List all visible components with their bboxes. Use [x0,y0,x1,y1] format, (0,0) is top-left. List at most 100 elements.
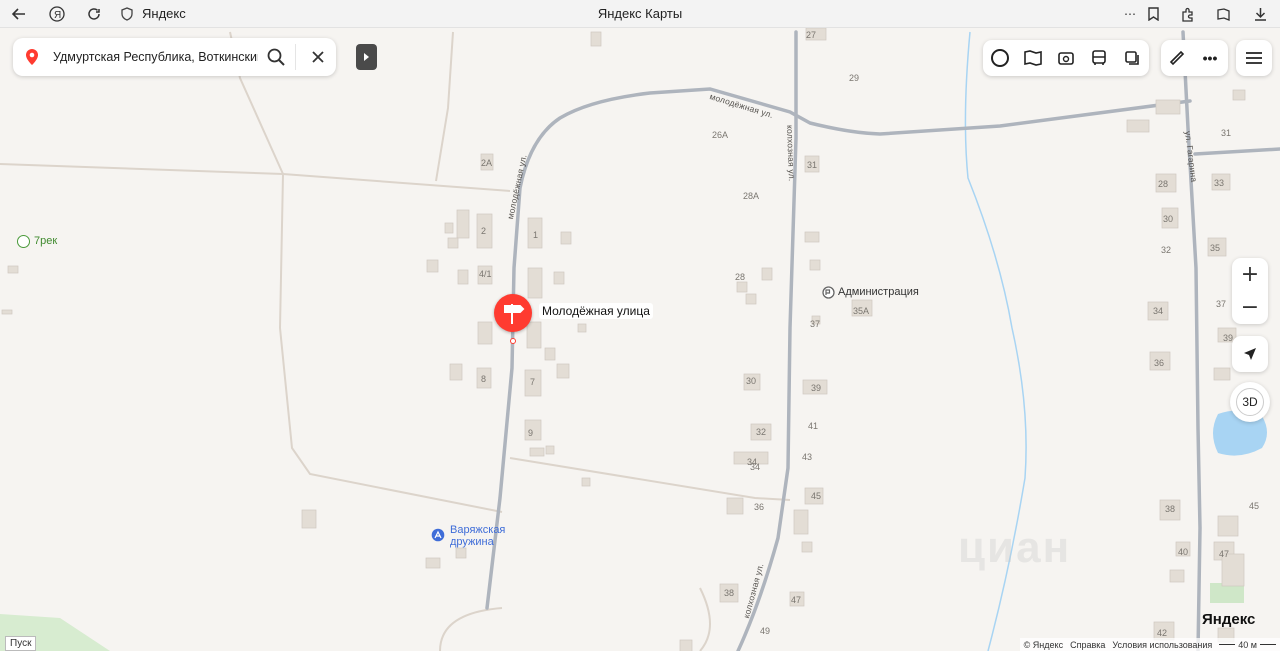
layers-icon[interactable] [1120,46,1144,70]
search-icon[interactable] [265,46,287,68]
house-number: 1 [533,230,539,240]
location-pin[interactable] [494,294,532,332]
search-input[interactable]: Удмуртская Республика, Воткинский [53,50,258,64]
search-divider [295,44,296,70]
close-icon[interactable] [307,46,329,68]
scale-line [1219,644,1236,645]
house-number: 34 [1153,306,1164,316]
house-number: 37 [1216,299,1227,309]
house-number: 32 [1161,245,1172,255]
house-number: 34 [747,457,758,467]
park-icon[interactable] [17,235,30,248]
house-number: 32 [756,427,767,437]
house-number: 28 [1158,179,1169,189]
house-number: 9 [528,428,534,438]
varyazh-icon[interactable] [431,528,445,542]
scale-line [1260,644,1276,645]
house-number: 47 [791,595,802,605]
yandex-logo[interactable]: Яндекс [1202,611,1255,628]
yandex-logo-text: Яндекс [1202,611,1256,628]
house-number: 7 [530,377,536,387]
map-base-layer [0,28,1280,651]
location-marker-icon [25,48,39,71]
extensions-icon[interactable] [1177,4,1197,24]
house-number: 27 [806,30,817,40]
search-panel: Удмуртская Республика, Воткинский [13,38,336,76]
house-number: 2А [481,158,493,168]
house-number: 30 [1163,214,1174,224]
back-arrow-icon[interactable] [9,4,29,24]
house-number: 38 [724,588,735,598]
menu-button[interactable] [1236,40,1272,76]
house-number: 36 [1154,358,1165,368]
house-number: 42 [1157,628,1168,638]
ruler-icon[interactable] [1165,46,1189,70]
layers-circle-icon[interactable] [988,46,1012,70]
svg-text:Я: Я [54,10,61,21]
scale-text: 40 м [1238,639,1257,650]
bookmark-icon[interactable] [1143,4,1163,24]
house-number: 49 [760,626,771,636]
view-3d-button[interactable]: 3D [1230,382,1270,422]
browser-toolbar: Я Яндекс Яндекс Карты ⋯ [0,0,1280,28]
house-number: 26А [712,130,729,140]
varyazh-label[interactable]: Варяжская дружина [450,524,520,548]
administration-label[interactable]: Администрация [838,286,919,298]
house-number: 41 [808,421,819,431]
house-number: 40 [1178,547,1189,557]
house-number: 35А [853,306,870,316]
play-arrow-icon [364,53,369,61]
house-number: 31 [1221,128,1232,138]
location-arrow-icon [1244,348,1256,360]
street-label-kolkhoznaya-north: колхозная ул. [785,124,797,182]
hamburger-icon [1242,46,1266,70]
reload-icon[interactable] [84,4,104,24]
yandex-logo-icon[interactable]: Я [47,4,67,24]
panorama-icon[interactable] [1054,46,1078,70]
more-tools-icon[interactable]: ••• [1198,46,1222,70]
house-number: 35 [1210,243,1221,253]
my-location-button[interactable] [1232,336,1268,372]
site-name[interactable]: Яндекс [142,6,186,21]
house-number: 39 [811,383,822,393]
collections-icon[interactable] [1213,4,1233,24]
house-number: 31 [807,160,818,170]
house-number: 28А [743,191,760,201]
map-book-icon[interactable] [1021,46,1045,70]
more-icon[interactable]: ⋯ [1120,4,1140,24]
download-icon[interactable] [1250,4,1270,24]
copyright-text[interactable]: © Яндекс [1024,640,1063,650]
house-number: 45 [811,491,822,501]
shield-icon[interactable] [117,4,137,24]
bus-icon[interactable] [1087,46,1111,70]
page-title: Яндекс Карты [597,6,683,21]
collapse-panel-button[interactable] [356,44,377,70]
zoom-in-button[interactable]: + [1232,258,1268,291]
park-label[interactable]: 7рек [34,235,57,247]
house-number: 8 [481,374,487,384]
pusk-label: Пуск [5,636,37,651]
watermark: циан [958,523,1072,572]
house-number: 30 [746,376,757,386]
tools-toolbar: ••• [1161,40,1228,76]
layers-toolbar [983,40,1149,76]
house-number: 43 [802,452,813,462]
pin-label[interactable]: Молодёжная улица [539,303,653,319]
administration-icon[interactable] [822,286,835,299]
house-number: 36 [754,502,765,512]
house-number: 29 [849,73,860,83]
help-link[interactable]: Справка [1070,640,1105,650]
map-canvas[interactable]: молодёжная ул. молодёжная ул. колхозная … [0,28,1280,651]
street-sign-icon [504,304,525,324]
house-number: 33 [1214,178,1225,188]
terms-link[interactable]: Условия использования [1112,640,1212,650]
pin-point [510,338,516,344]
map-footer: © Яндекс Справка Условия использования 4… [1019,638,1280,651]
zoom-out-button[interactable]: − [1232,291,1268,324]
scale-bar: 40 м [1219,640,1276,650]
house-number: 45 [1249,501,1260,511]
house-number: 2 [481,226,487,236]
house-number: 47 [1219,549,1230,559]
house-number: 37 [810,319,821,329]
zoom-controls: + − [1232,258,1268,324]
